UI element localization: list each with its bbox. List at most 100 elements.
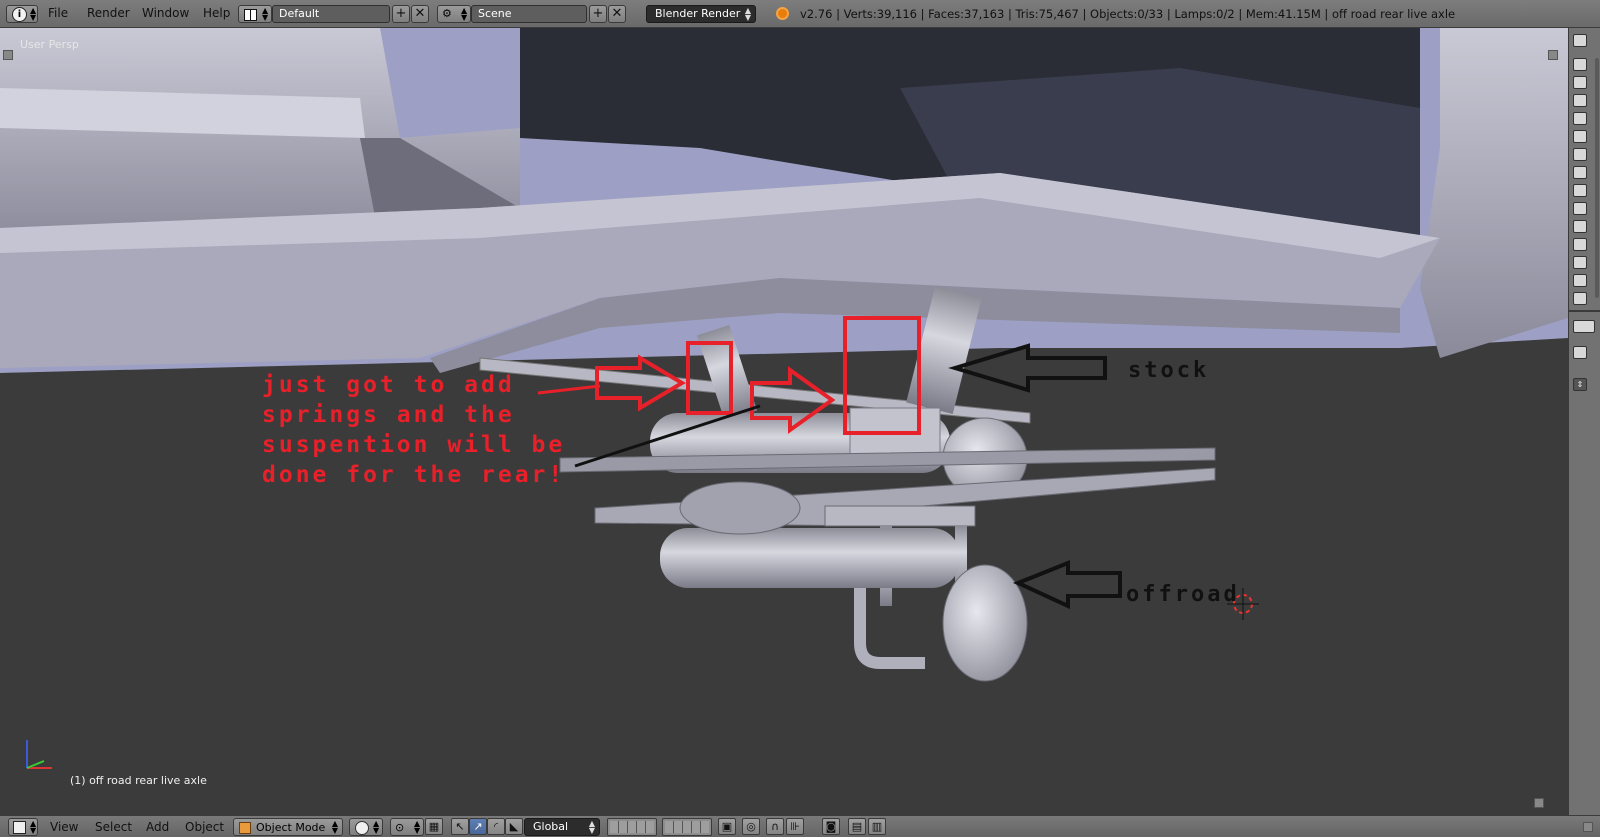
menu-object[interactable]: Object xyxy=(185,820,224,834)
snap-element-select[interactable]: ⊪ xyxy=(786,818,804,835)
pivot-point-select[interactable]: ⊙ ▲ ▼ xyxy=(390,818,424,836)
menu-select[interactable]: Select xyxy=(95,820,132,834)
lock-icon: ▣ xyxy=(721,820,733,833)
delete-layout-button[interactable]: ✕ xyxy=(411,5,429,23)
scene-field[interactable]: Scene xyxy=(471,5,587,23)
snap-icon: ⊪ xyxy=(790,820,800,833)
proportional-edit-button[interactable]: ▦ xyxy=(425,818,443,835)
mode-select[interactable]: Object Mode ▲ ▼ xyxy=(233,818,343,836)
snap-toggle[interactable]: ∩ xyxy=(766,818,784,835)
offroad-differential xyxy=(679,481,801,535)
editor-type-selector[interactable]: ▲ ▼ xyxy=(8,818,38,836)
right-body-panel xyxy=(1420,28,1568,358)
render-active-button[interactable]: ▤ xyxy=(848,818,866,835)
stock-annotation-label: stock xyxy=(1128,358,1210,383)
clapper-icon: ▥ xyxy=(871,820,883,833)
arrow-icon: ↗ xyxy=(473,820,483,833)
layers-grid-1[interactable] xyxy=(607,818,657,836)
editor-type-selector[interactable]: i ▲ ▼ xyxy=(6,5,38,23)
render-animation-button[interactable]: ▥ xyxy=(868,818,886,835)
chevron-updown-icon: ▲ ▼ xyxy=(331,819,338,835)
orientation-label: Global xyxy=(533,820,569,833)
proportional-editing-button[interactable]: ◎ xyxy=(742,818,760,835)
object-mode-icon xyxy=(239,822,251,834)
chevron-updown-icon[interactable]: ⇕ xyxy=(1573,378,1587,391)
offroad-annotation-label: offroad xyxy=(1126,582,1240,607)
screen-layout-field[interactable]: Default xyxy=(272,5,390,23)
render-icon[interactable] xyxy=(1573,184,1587,197)
mode-label: Object Mode xyxy=(256,821,326,834)
render-icon[interactable] xyxy=(1573,112,1587,125)
corner-widget-icon[interactable] xyxy=(1583,822,1593,832)
grid-icon: ▦ xyxy=(428,820,440,833)
render-icon[interactable] xyxy=(1573,274,1587,287)
render-icon: ▤ xyxy=(851,820,863,833)
add-scene-button[interactable]: + xyxy=(589,5,607,23)
menu-add[interactable]: Add xyxy=(146,820,169,834)
chevron-updown-icon: ▲ ▼ xyxy=(30,6,37,22)
scale-manipulator[interactable]: ◣ xyxy=(505,818,523,835)
layers-grid-2[interactable] xyxy=(662,818,712,836)
layers-icon xyxy=(610,821,654,833)
3d-view-icon xyxy=(13,821,26,834)
render-icon[interactable] xyxy=(1573,346,1587,359)
outliner-editor-icon[interactable] xyxy=(1573,34,1587,47)
viewport-shading-icon xyxy=(355,821,369,835)
chevron-updown-icon: ▲ ▼ xyxy=(744,6,751,22)
render-icon[interactable] xyxy=(1573,256,1587,269)
magnet-icon: ∩ xyxy=(770,820,780,833)
viewport-shading-select[interactable]: ▲ ▼ xyxy=(349,818,383,836)
rotate-manipulator[interactable]: ◜ xyxy=(487,818,505,835)
blender-logo-icon xyxy=(776,7,789,20)
offroad-axle-tube xyxy=(660,528,960,588)
scene-button[interactable]: ⚙ ▲ ▼ xyxy=(437,5,471,23)
outliner-strip: ⇕ xyxy=(1568,28,1600,815)
manipulator-toggle[interactable]: ↖ xyxy=(451,818,469,835)
rotate-icon: ◜ xyxy=(493,820,499,833)
menu-render[interactable]: Render xyxy=(87,6,130,20)
menu-view[interactable]: View xyxy=(50,820,78,834)
plus-icon: + xyxy=(592,6,604,21)
render-icon[interactable] xyxy=(1573,202,1587,215)
properties-editor-icon[interactable] xyxy=(1573,320,1595,333)
opengl-render-button[interactable]: ◙ xyxy=(822,818,840,835)
render-icon[interactable] xyxy=(1573,166,1587,179)
render-icon[interactable] xyxy=(1573,94,1587,107)
translate-manipulator[interactable]: ↗ xyxy=(469,818,487,835)
circle-icon: ◎ xyxy=(746,820,756,833)
render-engine-select[interactable]: Blender Render ▲ ▼ xyxy=(646,5,756,23)
render-icon[interactable] xyxy=(1573,148,1587,161)
manipulator-icon: ↖ xyxy=(455,820,465,833)
render-icon[interactable] xyxy=(1573,130,1587,143)
chevron-updown-icon: ▲ ▼ xyxy=(414,819,421,835)
render-icon[interactable] xyxy=(1573,292,1587,305)
properties-divider xyxy=(1569,310,1600,312)
3d-viewport[interactable]: User Persp (1) off road rear live axle j… xyxy=(0,28,1568,815)
chevron-updown-icon: ▲ ▼ xyxy=(373,819,380,835)
active-object-label: (1) off road rear live axle xyxy=(70,774,207,787)
chevron-updown-icon: ▲ ▼ xyxy=(461,6,468,22)
corner-widget-icon[interactable] xyxy=(3,50,13,60)
render-icon[interactable] xyxy=(1573,238,1587,251)
delete-scene-button[interactable]: ✕ xyxy=(608,5,626,23)
add-layout-button[interactable]: + xyxy=(392,5,410,23)
scene-statistics: v2.76 | Verts:39,116 | Faces:37,163 | Tr… xyxy=(800,7,1456,21)
corner-widget-icon[interactable] xyxy=(1548,50,1558,60)
scene-icon: ⚙ xyxy=(442,7,452,20)
red-annotation-note: just got to add springs and the suspenti… xyxy=(262,372,566,488)
transform-orientation-select[interactable]: Global ▲ ▼ xyxy=(524,818,600,836)
pivot-icon: ⊙ xyxy=(395,821,405,834)
render-icon[interactable] xyxy=(1573,220,1587,233)
menu-file[interactable]: File xyxy=(48,6,68,20)
corner-widget-icon[interactable] xyxy=(1534,798,1544,808)
render-icon[interactable] xyxy=(1573,76,1587,89)
layer-lock-button[interactable]: ▣ xyxy=(718,818,736,835)
close-icon: ✕ xyxy=(611,6,623,21)
3d-scene-render[interactable] xyxy=(0,28,1568,815)
menu-help[interactable]: Help xyxy=(203,6,230,20)
menu-window[interactable]: Window xyxy=(142,6,189,20)
outliner-scrollbar[interactable] xyxy=(1595,58,1599,298)
render-icon[interactable] xyxy=(1573,58,1587,71)
screen-layout-icon xyxy=(244,9,257,21)
screen-layout-button[interactable]: ▲ ▼ xyxy=(238,5,272,23)
